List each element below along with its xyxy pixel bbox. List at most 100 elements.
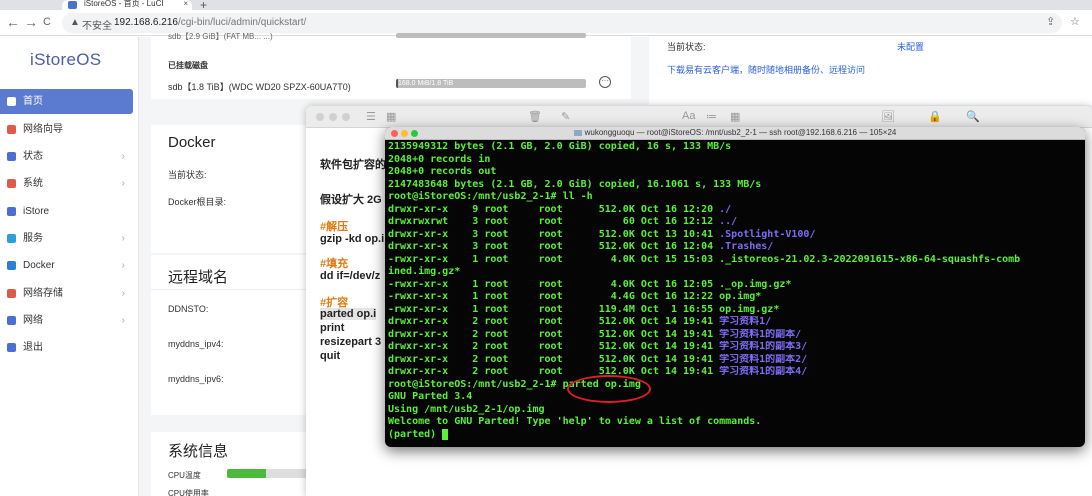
download-client-link[interactable]: 下载易有云客户端，随时随地相册备份、远程访问 <box>667 63 865 76</box>
terminal-dir-name: .Spotlight-V100/ <box>719 228 816 240</box>
store-icon <box>7 207 16 216</box>
ddns-title: 远程域名 <box>168 269 229 286</box>
cpu-usage-label: CPU使用率 <box>168 489 209 496</box>
table-icon[interactable]: ▦ <box>730 110 740 123</box>
terminal-text: drwxr-xr-x 3 root root 512.0K Oct 16 12:… <box>388 241 720 252</box>
terminal-line: -rwxr-xr-x 1 root root 4.0K Oct 15 15:03… <box>388 254 1085 267</box>
docker-status-label: 当前状态: <box>168 170 207 180</box>
terminal-text: drwxr-xr-x 9 root root 512.0K Oct 16 12:… <box>388 203 720 215</box>
ddns-row-ddnsto: DDNSTO: <box>168 304 209 314</box>
terminal-line: drwxr-xr-x 2 root root 512.0K Oct 14 19:… <box>388 316 1085 329</box>
terminal-dir-name: ../ <box>719 216 738 227</box>
reload-button[interactable]: C <box>43 16 51 28</box>
sidebar-item-4[interactable]: iStore <box>0 199 133 224</box>
terminal-line: GNU Parted 3.4 <box>388 391 1085 404</box>
folder-icon <box>573 129 582 136</box>
sidebar-item-8[interactable]: 网络 › <box>0 308 133 333</box>
note-line-1: 软件包扩容的 <box>320 159 386 171</box>
cpu-temp-label: CPU温度 <box>168 471 201 480</box>
url-text: 192.168.6.216/cgi-bin/luci/admin/quickst… <box>114 17 306 28</box>
terminal-line: drwxr-xr-x 3 root root 512.0K Oct 13 10:… <box>388 229 1085 242</box>
terminal-line: (parted) <box>388 428 1085 442</box>
sidebar-item-5[interactable]: 服务 › <box>0 226 133 251</box>
share-icon[interactable]: ⇪ <box>1046 15 1055 28</box>
notes-minimize-button[interactable] <box>329 113 337 121</box>
tab-close-icon[interactable]: × <box>183 0 188 8</box>
terminal-text: drwxr-xr-x 2 root root 512.0K Oct 14 19:… <box>388 341 720 352</box>
compose-icon[interactable]: ✎ <box>561 110 570 123</box>
sidebar-item-1[interactable]: 网络向导 <box>0 117 133 142</box>
format-icon[interactable]: Aa <box>682 110 695 122</box>
terminal-window[interactable]: wukongguoqu — root@iStoreOS: /mnt/usb2_2… <box>385 127 1085 447</box>
terminal-line: root@iStoreOS:/mnt/usb2_2-1# ll -h <box>388 191 1085 204</box>
terminal-titlebar: wukongguoqu — root@iStoreOS: /mnt/usb2_2… <box>385 127 1085 140</box>
media-icon[interactable]: 🖼 <box>881 110 895 123</box>
sidebar-item-0[interactable]: 首页 <box>0 89 133 114</box>
terminal-dir-name: 学习资料1/ <box>719 316 772 327</box>
docker-title: Docker <box>168 134 216 151</box>
terminal-text: drwxrwxrwt 3 root root 60 Oct 16 12:12 <box>388 216 720 227</box>
sidebar-item-2[interactable]: 状态 › <box>0 144 133 169</box>
notes-zoom-button[interactable] <box>342 113 350 121</box>
terminal-text: 2147483648 bytes (2.1 GB, 2.0 GiB) copie… <box>388 178 762 190</box>
sidebar-item-7[interactable]: 网络存储 › <box>0 281 133 306</box>
sidebar-item-3[interactable]: 系统 › <box>0 171 133 196</box>
terminal-text: drwxr-xr-x 2 root root 512.0K Oct 14 19:… <box>388 353 720 365</box>
url-host: 192.168.6.216 <box>114 17 178 28</box>
mounted-disk-name: sdb【1.8 TiB】(WDC WD20 SPZX-60UA7T0) <box>168 82 351 92</box>
chevron-right-icon: › <box>121 233 125 244</box>
bookmark-star-icon[interactable]: ☆ <box>1070 15 1080 28</box>
terminal-text: (parted) <box>388 428 443 440</box>
sidebar-item-label: 系统 <box>23 178 43 189</box>
disk-top-bar <box>396 33 586 38</box>
notes-close-button[interactable] <box>316 113 324 121</box>
lock-icon[interactable]: 🔒 <box>928 110 942 123</box>
delete-icon[interactable]: 🗑 <box>528 110 542 123</box>
note-heading-unzip: #解压 <box>320 221 349 233</box>
checklist-icon[interactable]: ≔ <box>706 110 717 123</box>
gallery-view-icon[interactable]: ▦ <box>386 110 396 123</box>
terminal-cursor <box>442 428 449 440</box>
terminal-text: 2048+0 records in <box>388 153 491 165</box>
services-icon <box>7 234 16 243</box>
terminal-line: 2147483648 bytes (2.1 GB, 2.0 GiB) copie… <box>388 179 1085 192</box>
url-path: /cgi-bin/luci/admin/quickstart/ <box>177 17 307 28</box>
chevron-right-icon: › <box>121 260 125 271</box>
note-line-2: 假设扩大 2G <box>320 194 382 206</box>
terminal-text: ined.img.gz* <box>388 266 461 277</box>
docker-icon <box>7 261 16 270</box>
sidebar-item-label: 网络存储 <box>23 288 63 299</box>
forward-button[interactable]: → <box>24 14 38 30</box>
terminal-line: ined.img.gz* <box>388 266 1085 279</box>
terminal-text: 2135949312 bytes (2.1 GB, 2.0 GiB) copie… <box>388 141 732 152</box>
search-icon[interactable]: 🔍 <box>966 110 980 123</box>
tab-title: iStoreOS - 首页 - LuCI <box>84 0 164 8</box>
warning-icon: ▲ <box>70 17 80 28</box>
disk-usage-bar: 168.0 MiB/1.8 TiB <box>396 79 586 88</box>
terminal-text: Using /mnt/usb2_2-1/op.img <box>388 403 545 415</box>
browser-tab[interactable]: iStoreOS - 首页 - LuCI × <box>62 0 192 10</box>
docker-root-label: Docker根目录: <box>168 197 227 207</box>
sidebar-item-6[interactable]: Docker › <box>0 253 133 278</box>
wizard-icon <box>7 125 16 134</box>
address-bar[interactable]: ▲ 不安全 192.168.6.216/cgi-bin/luci/admin/q… <box>62 13 1062 33</box>
terminal-text: drwxr-xr-x 2 root root 512.0K Oct 14 19:… <box>388 366 720 377</box>
cpu-temp-fill <box>227 469 266 478</box>
disk-card: sdb【2.9 GiB】(FAT MB... ...) 已挂载磁盘 sdb【1.… <box>151 32 631 99</box>
app-logo: iStoreOS <box>30 50 102 69</box>
storage-icon <box>7 289 16 298</box>
note-cmd-resizepart: resizepart 3 <box>320 336 382 348</box>
list-view-icon[interactable]: ☰ <box>366 110 376 123</box>
chevron-right-icon: › <box>121 288 125 299</box>
terminal-text: Welcome to GNU Parted! Type 'help' to vi… <box>388 416 762 427</box>
more-options-icon[interactable]: ··· <box>599 76 611 88</box>
mounted-disk-title: 已挂载磁盘 <box>168 61 208 70</box>
sidebar-item-9[interactable]: 退出 <box>0 335 133 360</box>
terminal-output[interactable]: 2135949312 bytes (2.1 GB, 2.0 GiB) copie… <box>388 141 1085 446</box>
terminal-text: -rwxr-xr-x 1 root root 119.4M Oct 1 16:5… <box>388 303 780 315</box>
terminal-text: drwxr-xr-x 2 root root 512.0K Oct 14 19:… <box>388 316 720 327</box>
favicon-icon <box>68 1 77 9</box>
back-button[interactable]: ← <box>6 14 20 30</box>
logout-icon <box>7 343 16 352</box>
remote-status-value[interactable]: 未配置 <box>897 40 924 53</box>
